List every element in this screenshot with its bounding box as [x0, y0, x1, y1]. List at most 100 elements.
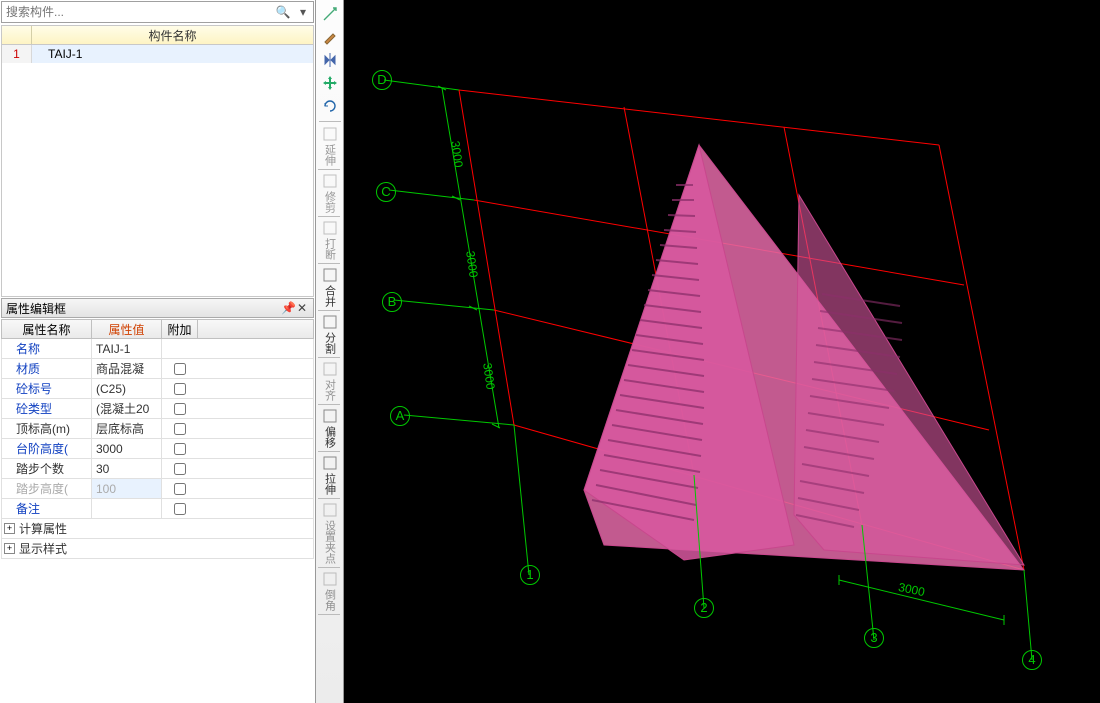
expand-icon[interactable]: + — [4, 523, 15, 534]
prop-value[interactable]: 商品混凝 — [92, 359, 162, 378]
prop-extra — [162, 499, 198, 518]
property-panel-title: 属性编辑框 — [6, 300, 281, 317]
viewport-svg — [344, 0, 1100, 703]
tool-move-arrows[interactable] — [318, 72, 342, 94]
tool-label: 打断 — [323, 238, 335, 260]
tool-extend: 延伸 — [318, 126, 342, 166]
property-panel-header: 属性编辑框 📌 ✕ — [1, 298, 314, 318]
tool-label: 延伸 — [323, 144, 335, 166]
prop-extra — [162, 339, 198, 358]
tool-label: 拉伸 — [323, 473, 335, 495]
component-row[interactable]: 1 TAIJ-1 — [2, 45, 313, 63]
prop-checkbox[interactable] — [174, 483, 186, 495]
tool-break: 打断 — [318, 220, 342, 260]
prop-header-value: 属性值 — [92, 320, 162, 338]
component-row-name: TAIJ-1 — [32, 45, 313, 63]
tree-label: 显示样式 — [19, 540, 67, 557]
prop-name: 踏步个数 — [2, 459, 92, 478]
property-table: 属性名称 属性值 附加 名称TAIJ-1材质商品混凝砼标号(C25)砼类型(混凝… — [1, 319, 314, 559]
property-table-header: 属性名称 属性值 附加 — [1, 319, 314, 339]
prop-row[interactable]: 顶标高(m)层底标高 — [1, 419, 314, 439]
tool-mirror[interactable] — [318, 49, 342, 71]
tool-split[interactable]: 分割 — [318, 314, 342, 354]
tool-chamfer: 倒角 — [318, 571, 342, 611]
prop-name: 砼类型 — [2, 399, 92, 418]
prop-name: 顶标高(m) — [2, 419, 92, 438]
tool-trim: 修剪 — [318, 173, 342, 213]
component-list[interactable]: 1 TAIJ-1 — [1, 45, 314, 297]
prop-value[interactable]: 层底标高 — [92, 419, 162, 438]
prop-checkbox[interactable] — [174, 443, 186, 455]
tree-label: 计算属性 — [19, 520, 67, 537]
prop-name: 踏步高度( — [2, 479, 92, 498]
tool-merge[interactable]: 合并 — [318, 267, 342, 307]
prop-extra — [162, 419, 198, 438]
grid-label-d: D — [372, 70, 392, 90]
prop-checkbox[interactable] — [174, 423, 186, 435]
prop-tree-row[interactable]: + 计算属性 — [1, 519, 314, 539]
prop-checkbox[interactable] — [174, 503, 186, 515]
expand-icon[interactable]: + — [4, 543, 15, 554]
prop-name: 备注 — [2, 499, 92, 518]
tool-label: 对齐 — [323, 379, 335, 401]
prop-extra — [162, 439, 198, 458]
prop-extra — [162, 479, 198, 498]
tool-pan[interactable] — [318, 3, 342, 25]
prop-name: 砼标号 — [2, 379, 92, 398]
component-list-header-label: 构件名称 — [32, 26, 313, 44]
prop-tree-row[interactable]: + 显示样式 — [1, 539, 314, 559]
component-list-header: 构件名称 — [1, 25, 314, 45]
prop-value[interactable]: 30 — [92, 459, 162, 478]
component-row-num: 1 — [2, 45, 32, 63]
prop-value[interactable]: (混凝土20 — [92, 399, 162, 418]
grid-label-1: 1 — [520, 565, 540, 585]
search-bar: 🔍 ▾ — [1, 1, 314, 23]
prop-name: 名称 — [2, 339, 92, 358]
tool-set-grip: 设置夹点 — [318, 502, 342, 564]
prop-row[interactable]: 踏步个数30 — [1, 459, 314, 479]
pin-icon[interactable]: 📌 — [281, 301, 295, 315]
prop-extra — [162, 399, 198, 418]
prop-row[interactable]: 踏步高度(100 — [1, 479, 314, 499]
tool-label: 偏移 — [323, 426, 335, 448]
search-dropdown-icon[interactable]: ▾ — [293, 5, 313, 19]
tool-label: 分割 — [323, 332, 335, 354]
prop-row[interactable]: 台阶高度(3000 — [1, 439, 314, 459]
tool-label: 设置夹点 — [323, 520, 335, 564]
prop-checkbox[interactable] — [174, 383, 186, 395]
viewport-3d[interactable]: D C B A 1 2 3 4 3000 3000 3000 3000 — [344, 0, 1100, 703]
prop-header-name: 属性名称 — [2, 320, 92, 338]
prop-row[interactable]: 备注 — [1, 499, 314, 519]
tool-label: 倒角 — [323, 589, 335, 611]
prop-checkbox[interactable] — [174, 463, 186, 475]
prop-value[interactable]: 3000 — [92, 439, 162, 458]
grid-label-3: 3 — [864, 628, 884, 648]
left-panel: 🔍 ▾ 构件名称 1 TAIJ-1 属性编辑框 📌 ✕ 属性名称 属性值 附加 … — [0, 0, 316, 703]
prop-checkbox[interactable] — [174, 403, 186, 415]
tool-label: 合并 — [323, 285, 335, 307]
prop-value[interactable]: TAIJ-1 — [92, 339, 162, 358]
tool-brush[interactable] — [318, 26, 342, 48]
search-icon[interactable]: 🔍 — [273, 5, 293, 19]
prop-checkbox[interactable] — [174, 363, 186, 375]
grid-label-a: A — [390, 406, 410, 426]
vertical-toolbar: 延伸修剪打断合并分割对齐偏移拉伸设置夹点倒角 — [316, 0, 344, 703]
grid-label-2: 2 — [694, 598, 714, 618]
grid-label-c: C — [376, 182, 396, 202]
prop-row[interactable]: 名称TAIJ-1 — [1, 339, 314, 359]
tool-stretch[interactable]: 拉伸 — [318, 455, 342, 495]
grid-label-b: B — [382, 292, 402, 312]
prop-value[interactable]: 100 — [92, 479, 162, 498]
tool-rotate[interactable] — [318, 95, 342, 117]
prop-value[interactable]: (C25) — [92, 379, 162, 398]
prop-row[interactable]: 砼标号(C25) — [1, 379, 314, 399]
prop-row[interactable]: 材质商品混凝 — [1, 359, 314, 379]
close-icon[interactable]: ✕ — [295, 301, 309, 315]
prop-row[interactable]: 砼类型(混凝土20 — [1, 399, 314, 419]
prop-value[interactable] — [92, 499, 162, 518]
tool-label: 修剪 — [323, 191, 335, 213]
prop-name: 材质 — [2, 359, 92, 378]
prop-extra — [162, 359, 198, 378]
search-input[interactable] — [2, 3, 273, 21]
tool-offset[interactable]: 偏移 — [318, 408, 342, 448]
